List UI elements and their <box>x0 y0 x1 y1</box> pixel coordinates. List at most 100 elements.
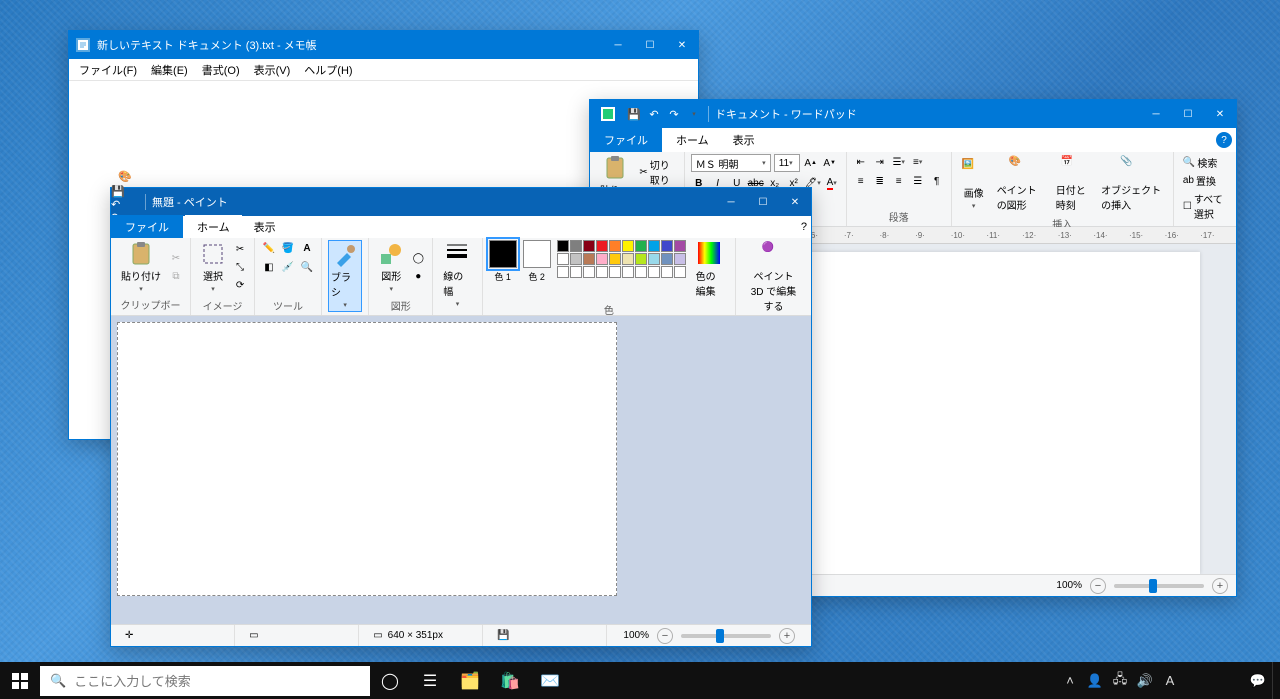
color-swatch[interactable] <box>622 240 634 252</box>
tray-volume-icon[interactable]: 🔊 <box>1134 673 1156 689</box>
shrink-font-icon[interactable]: A▼ <box>822 155 838 171</box>
paint3d-button[interactable]: 🟣ペイント 3D で編集する <box>742 240 805 315</box>
zoom-out-button[interactable]: − <box>657 628 673 644</box>
cortana-icon[interactable]: ◯ <box>370 662 410 699</box>
paste-button[interactable]: 貼り付け▾ <box>117 240 165 295</box>
zoom-slider[interactable] <box>1114 584 1204 588</box>
increase-indent-icon[interactable]: ⇥ <box>872 154 888 170</box>
color-swatch[interactable] <box>596 253 608 265</box>
crop-icon[interactable]: ✂ <box>232 242 248 258</box>
zoom-slider[interactable] <box>681 634 771 638</box>
color-swatch[interactable] <box>674 240 686 252</box>
tray-notifications-icon[interactable]: 💬 <box>1247 673 1269 689</box>
shape-fill-icon[interactable]: ● <box>410 269 426 285</box>
color-swatch[interactable] <box>557 240 569 252</box>
tab-view[interactable]: 表示 <box>721 128 767 152</box>
color-swatch[interactable] <box>609 240 621 252</box>
line-spacing-icon[interactable]: ≡▾ <box>910 154 926 170</box>
taskbar-app-store[interactable]: 🛍️ <box>490 662 530 699</box>
qat-undo-icon[interactable]: ↶ <box>646 106 662 122</box>
font-size-combo[interactable]: 11▾ <box>774 154 800 172</box>
cut-icon[interactable]: ✂ <box>168 251 184 267</box>
color2-button[interactable]: 色 2 <box>523 240 551 283</box>
color-swatch[interactable] <box>661 266 673 278</box>
wordpad-titlebar[interactable]: 💾 ↶ ↷ ▾ ドキュメント - ワードパッド ─ ☐ ✕ <box>590 100 1236 128</box>
tray-ime-icon[interactable]: A <box>1159 673 1181 688</box>
brushes-button[interactable]: ブラシ▾ <box>328 240 362 312</box>
help-icon[interactable]: ? <box>1216 132 1232 148</box>
color-swatch[interactable] <box>674 266 686 278</box>
find-button[interactable]: 🔍 検索 <box>1180 154 1230 171</box>
text-tool-icon[interactable]: A <box>299 240 315 256</box>
line-width-button[interactable]: 線の幅▾ <box>439 240 475 310</box>
color-swatch[interactable] <box>583 253 595 265</box>
close-button[interactable]: ✕ <box>666 31 698 59</box>
paint-canvas[interactable] <box>117 322 617 596</box>
color-swatch[interactable] <box>661 253 673 265</box>
maximize-button[interactable]: ☐ <box>1172 100 1204 128</box>
align-center-icon[interactable]: ≣ <box>872 173 888 189</box>
minimize-button[interactable]: ─ <box>715 188 747 216</box>
font-name-combo[interactable]: ＭＳ 明朝 ▾ <box>691 154 771 172</box>
color-swatch[interactable] <box>609 253 621 265</box>
select-button[interactable]: 選択▾ <box>197 240 229 295</box>
zoom-in-button[interactable]: + <box>1212 578 1228 594</box>
color-swatch[interactable] <box>557 253 569 265</box>
shape-outline-icon[interactable]: ◯ <box>410 251 426 267</box>
tray-people-icon[interactable]: 👤 <box>1084 673 1106 689</box>
color-swatch[interactable] <box>570 266 582 278</box>
tray-network-icon[interactable]: 🖧 <box>1109 670 1131 692</box>
close-button[interactable]: ✕ <box>779 188 811 216</box>
tab-home[interactable]: ホーム <box>664 128 721 152</box>
color-swatch[interactable] <box>596 266 608 278</box>
resize-icon[interactable]: ⤡ <box>232 260 248 276</box>
minimize-button[interactable]: ─ <box>1140 100 1172 128</box>
show-desktop-button[interactable] <box>1272 662 1278 699</box>
help-icon[interactable]: ? <box>801 221 807 233</box>
insert-paint-drawing-button[interactable]: 🎨ペイントの図形 <box>993 154 1049 214</box>
qat-redo-icon[interactable]: ↷ <box>666 106 682 122</box>
cut-button[interactable]: ✂ 切り取り <box>636 156 677 188</box>
tray-chevron-icon[interactable]: ˄ <box>1059 673 1081 688</box>
menu-help[interactable]: ヘルプ(H) <box>298 60 358 80</box>
menu-edit[interactable]: 編集(E) <box>145 60 194 80</box>
copy-icon[interactable]: ⧉ <box>168 269 184 285</box>
zoom-in-button[interactable]: + <box>779 628 795 644</box>
tab-file[interactable]: ファイル <box>590 128 662 152</box>
color-swatch[interactable] <box>661 240 673 252</box>
color-swatch[interactable] <box>583 266 595 278</box>
paragraph-dialog-icon[interactable]: ¶ <box>929 173 945 189</box>
zoom-out-button[interactable]: − <box>1090 578 1106 594</box>
color-palette[interactable] <box>557 240 686 278</box>
insert-datetime-button[interactable]: 📅日付と時刻 <box>1052 154 1094 214</box>
taskbar-app-mail[interactable]: ✉️ <box>530 662 570 699</box>
magnifier-tool-icon[interactable]: 🔍 <box>299 259 315 275</box>
qat-undo-icon[interactable]: ↶ <box>111 198 139 211</box>
eraser-tool-icon[interactable]: ◧ <box>261 259 277 275</box>
maximize-button[interactable]: ☐ <box>634 31 666 59</box>
color-swatch[interactable] <box>622 266 634 278</box>
paint-titlebar[interactable]: 🎨 💾 ↶ ↷ ▾ 無題 - ペイント ─ ☐ ✕ <box>111 188 811 216</box>
menu-file[interactable]: ファイル(F) <box>73 60 143 80</box>
color-swatch[interactable] <box>648 266 660 278</box>
justify-icon[interactable]: ☰ <box>910 173 926 189</box>
color-swatch[interactable] <box>635 266 647 278</box>
shapes-button[interactable]: 図形▾ <box>375 240 407 295</box>
maximize-button[interactable]: ☐ <box>747 188 779 216</box>
color-swatch[interactable] <box>648 253 660 265</box>
align-right-icon[interactable]: ≡ <box>891 173 907 189</box>
tab-home[interactable]: ホーム <box>185 215 242 239</box>
taskbar-search[interactable]: 🔍 ここに入力して検索 <box>40 666 370 696</box>
font-color-icon[interactable]: A▾ <box>824 175 840 191</box>
insert-object-button[interactable]: 📎オブジェクトの挿入 <box>1097 154 1167 214</box>
start-button[interactable] <box>0 662 40 699</box>
color-swatch[interactable] <box>622 253 634 265</box>
pencil-tool-icon[interactable]: ✏️ <box>261 240 277 256</box>
decrease-indent-icon[interactable]: ⇤ <box>853 154 869 170</box>
color-swatch[interactable] <box>609 266 621 278</box>
close-button[interactable]: ✕ <box>1204 100 1236 128</box>
qat-save-icon[interactable]: 💾 <box>626 106 642 122</box>
color-swatch[interactable] <box>570 240 582 252</box>
replace-button[interactable]: ab 置換 <box>1180 172 1230 189</box>
color-swatch[interactable] <box>570 253 582 265</box>
